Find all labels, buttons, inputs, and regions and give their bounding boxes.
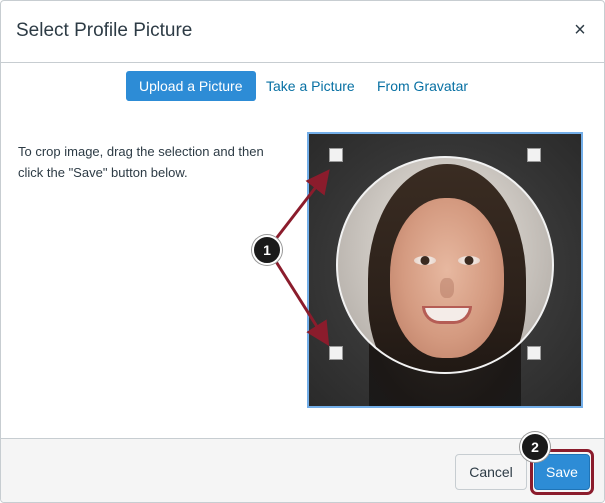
select-profile-picture-dialog: Select Profile Picture × Upload a Pictur… — [0, 0, 605, 503]
callout-badge-1: 1 — [252, 235, 282, 265]
crop-handle-top-right[interactable] — [527, 148, 541, 162]
photo-mouth — [422, 306, 472, 324]
picture-source-tabs: Upload a Picture Take a Picture From Gra… — [1, 71, 604, 101]
close-icon[interactable]: × — [572, 20, 588, 40]
crop-handle-bottom-left[interactable] — [329, 346, 343, 360]
photo-nose — [440, 278, 454, 298]
photo-eye-right — [458, 256, 480, 265]
dialog-header: Select Profile Picture × — [1, 1, 604, 63]
crop-handle-bottom-right[interactable] — [527, 346, 541, 360]
cancel-button[interactable]: Cancel — [455, 454, 527, 490]
tab-upload-a-picture[interactable]: Upload a Picture — [126, 71, 256, 101]
dialog-footer: Cancel Save — [1, 438, 604, 502]
dialog-title: Select Profile Picture — [16, 20, 193, 41]
tab-take-a-picture[interactable]: Take a Picture — [266, 71, 355, 101]
tab-from-gravatar[interactable]: From Gravatar — [377, 71, 468, 101]
crop-area[interactable] — [307, 132, 583, 408]
callout-badge-2: 2 — [520, 432, 550, 462]
crop-handle-top-left[interactable] — [329, 148, 343, 162]
photo-eye-left — [414, 256, 436, 265]
crop-selection-circle[interactable] — [336, 156, 554, 374]
crop-instructions: To crop image, drag the selection and th… — [18, 144, 264, 180]
photo-face — [390, 198, 504, 358]
